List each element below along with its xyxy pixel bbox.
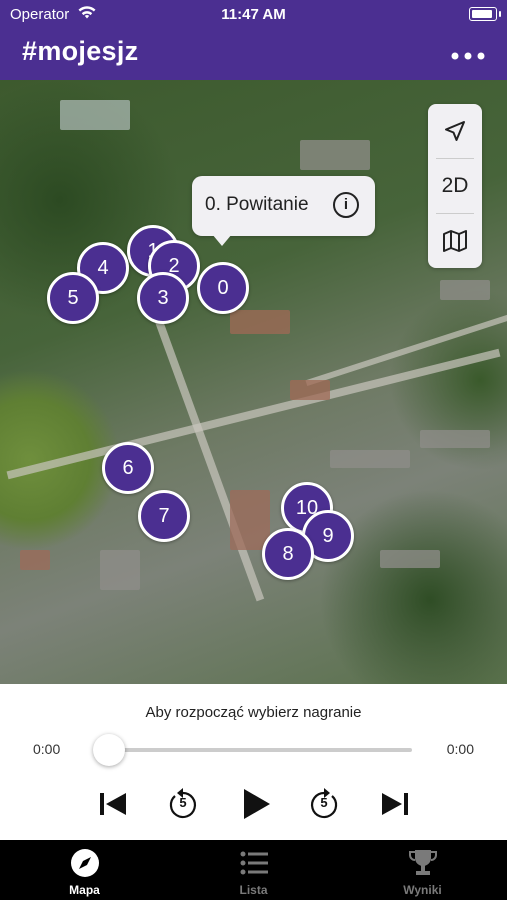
map-marker-8[interactable]: 8 [262, 528, 314, 580]
map-building [290, 380, 330, 400]
map-marker-7[interactable]: 7 [138, 490, 190, 542]
total-time: 0:00 [446, 741, 474, 757]
map-building [300, 140, 370, 170]
rewind-label: 5 [179, 795, 187, 810]
player-prompt: Aby rozpocząć wybierz nagranie [145, 704, 362, 721]
more-horizontal-icon [451, 52, 485, 60]
tab-lista[interactable]: Lista [169, 840, 338, 900]
map-building [420, 430, 490, 448]
map-marker-6[interactable]: 6 [102, 442, 154, 494]
rewind-5-button[interactable]: 5 [166, 787, 200, 821]
clock: 11:47 AM [221, 6, 286, 23]
forward-5-button[interactable]: 5 [307, 787, 341, 821]
map-building [100, 550, 140, 590]
tab-label-wyniki: Wyniki [403, 883, 442, 897]
skip-back-icon [100, 793, 126, 815]
map-road [6, 348, 501, 480]
tab-wyniki[interactable]: Wyniki [338, 840, 507, 900]
map-building [20, 550, 50, 570]
app-title: #mojesjz [22, 36, 139, 66]
previous-button[interactable] [98, 787, 128, 821]
callout-tail [212, 234, 232, 246]
map-building [380, 550, 440, 568]
tab-bar: Mapa Lista Wyniki [0, 840, 507, 900]
compass-icon [71, 849, 99, 877]
tab-label-lista: Lista [239, 883, 268, 897]
map-marker-5[interactable]: 5 [47, 272, 99, 324]
progress-track[interactable] [110, 748, 412, 752]
audio-player: Aby rozpocząć wybierz nagranie 0:00 0:00… [0, 684, 507, 840]
forward-label: 5 [320, 795, 328, 810]
info-circle-icon: i [343, 196, 349, 213]
app-header: #mojesjz [0, 28, 507, 80]
tab-label-mapa: Mapa [69, 883, 100, 897]
map-building [230, 310, 290, 334]
map-building [330, 450, 410, 468]
map-controls: 2D [428, 104, 482, 268]
satellite-map[interactable]: 1 4 2 5 3 0 6 7 10 9 8 0. Powitanie i 2D [0, 80, 507, 684]
battery-icon [469, 7, 501, 21]
trophy-icon [409, 850, 437, 875]
next-button[interactable] [380, 787, 410, 821]
map-building [60, 100, 130, 130]
map-marker-3[interactable]: 3 [137, 272, 189, 324]
play-button[interactable] [240, 787, 272, 821]
tab-mapa[interactable]: Mapa [0, 840, 169, 900]
location-arrow-icon [445, 121, 465, 141]
play-icon [244, 789, 270, 819]
marker-callout[interactable]: 0. Powitanie i [192, 176, 375, 246]
map-marker-0[interactable]: 0 [197, 262, 249, 314]
status-bar: Operator 11:47 AM [0, 0, 507, 28]
skip-forward-icon [382, 793, 408, 815]
map-icon [443, 230, 467, 252]
progress-slider-thumb[interactable] [93, 734, 125, 766]
map-road [143, 288, 265, 602]
info-button[interactable]: i [333, 192, 359, 218]
callout-title: 0. Powitanie [205, 194, 309, 215]
locate-button[interactable] [428, 104, 482, 158]
more-options-button[interactable] [451, 38, 485, 64]
view-2d-button[interactable]: 2D [428, 159, 482, 213]
current-time: 0:00 [33, 741, 61, 757]
map-building [440, 280, 490, 300]
list-icon [240, 851, 268, 875]
map-type-button[interactable] [428, 214, 482, 268]
